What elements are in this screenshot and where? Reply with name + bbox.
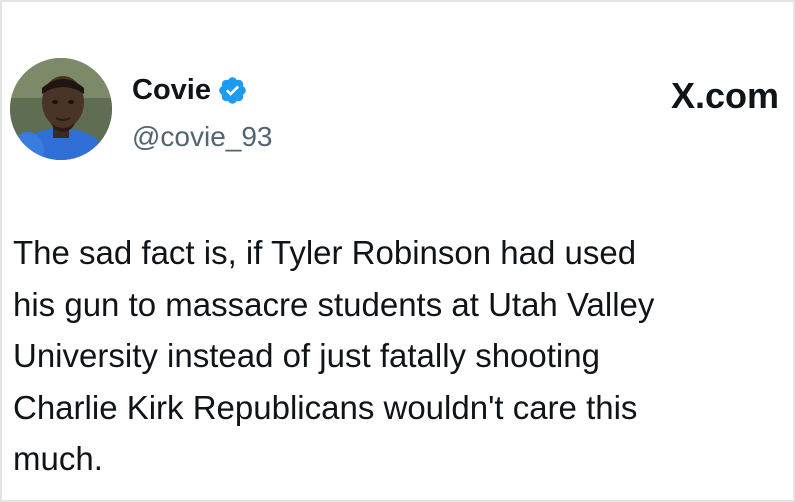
tweet-text: The sad fact is, if Tyler Robinson had u…	[13, 234, 655, 477]
avatar[interactable]	[10, 58, 112, 160]
author-display-name[interactable]: Covie	[132, 72, 211, 108]
author-name-row[interactable]: Covie	[132, 72, 248, 108]
author-handle[interactable]: @covie_93	[132, 120, 273, 154]
x-brand-label: X.com	[671, 74, 779, 118]
brand-text: X.com	[670, 75, 779, 116]
avatar-photo-icon	[10, 58, 112, 160]
tweet-card: Covie @covie_93 X.com The sad fact is, i…	[2, 2, 793, 500]
verified-badge-icon	[217, 75, 248, 106]
